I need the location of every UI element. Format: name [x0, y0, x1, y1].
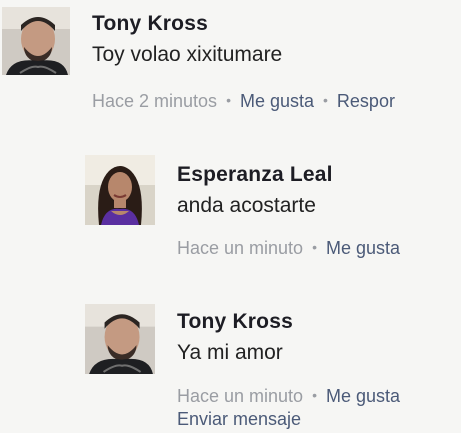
author-name[interactable]: Tony Kross: [177, 310, 293, 334]
like-link[interactable]: Me gusta: [240, 91, 314, 111]
timestamp: Hace un minuto: [177, 238, 304, 258]
timestamp: Hace 2 minutos: [92, 91, 218, 111]
like-link[interactable]: Me gusta: [326, 386, 400, 406]
comment-text: anda acostarte: [177, 194, 316, 217]
comment-text: Toy volao xixitumare: [92, 43, 283, 66]
comment-text: Ya mi amor: [177, 341, 283, 364]
separator-dot: •: [312, 239, 317, 255]
author-name[interactable]: Tony Kross: [92, 12, 208, 36]
send-message-link[interactable]: Enviar mensaje: [177, 409, 301, 430]
avatar[interactable]: [85, 304, 155, 374]
profile-photo: [85, 304, 155, 374]
separator-dot: •: [323, 92, 328, 108]
comment-meta: Hace un minuto • Me gusta: [177, 238, 400, 259]
profile-photo: [2, 7, 70, 75]
separator-dot: •: [226, 92, 231, 108]
author-name[interactable]: Esperanza Leal: [177, 163, 333, 187]
avatar[interactable]: [85, 155, 155, 225]
avatar[interactable]: [2, 7, 70, 75]
separator-dot: •: [312, 387, 317, 403]
reply-link[interactable]: Respor: [337, 91, 395, 111]
timestamp: Hace un minuto: [177, 386, 304, 406]
comment-meta: Hace 2 minutos • Me gusta • Respor: [92, 91, 395, 112]
profile-photo: [85, 155, 155, 225]
like-link[interactable]: Me gusta: [326, 238, 400, 258]
comment-meta: Hace un minuto • Me gusta: [177, 386, 400, 407]
